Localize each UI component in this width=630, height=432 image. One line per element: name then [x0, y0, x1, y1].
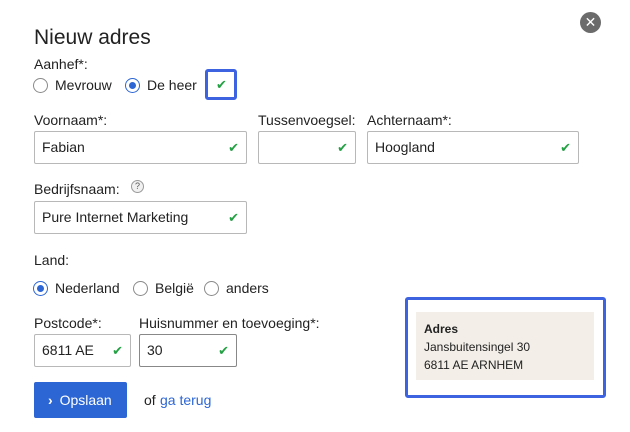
check-icon: ✔	[218, 343, 229, 358]
tussenvoegsel-label: Tussenvoegsel:	[258, 112, 356, 128]
postcode-value: 6811 AE	[42, 342, 94, 358]
postcode-input[interactable]: 6811 AE ✔	[34, 334, 131, 367]
dialog-title: Nieuw adres	[34, 26, 151, 49]
help-icon[interactable]: ?	[131, 180, 144, 193]
address-preview-card: Adres Jansbuitensingel 30 6811 AE ARNHEM	[416, 312, 594, 380]
save-button-label: Opslaan	[59, 392, 112, 408]
address-preview-frame: Adres Jansbuitensingel 30 6811 AE ARNHEM	[405, 297, 606, 398]
aanhef-label: Aanhef*:	[34, 56, 88, 72]
chevron-right-icon: ›	[48, 392, 53, 408]
radio-mevrouw-label[interactable]: Mevrouw	[55, 77, 112, 93]
huisnummer-value: 30	[147, 342, 163, 358]
voornaam-input[interactable]: Fabian ✔	[34, 131, 247, 164]
radio-de-heer-label[interactable]: De heer	[147, 77, 197, 93]
check-icon: ✔	[228, 210, 239, 225]
huisnummer-input[interactable]: 30 ✔	[139, 334, 237, 367]
land-label: Land:	[34, 252, 70, 268]
bedrijfsnaam-input[interactable]: Pure Internet Marketing ✔	[34, 201, 247, 234]
radio-belgie[interactable]	[133, 281, 148, 296]
save-button[interactable]: › Opslaan	[34, 382, 127, 418]
address-preview-heading: Adres	[424, 322, 459, 336]
address-preview-line1: Jansbuitensingel 30	[424, 340, 531, 354]
check-icon: ✔	[112, 343, 123, 358]
achternaam-label: Achternaam*:	[367, 112, 452, 128]
voornaam-label: Voornaam*:	[34, 112, 108, 128]
postcode-label: Postcode*:	[34, 315, 102, 331]
radio-de-heer[interactable]	[125, 78, 140, 93]
bedrijfsnaam-label: Bedrijfsnaam:	[34, 181, 120, 197]
back-link[interactable]: ga terug	[160, 392, 211, 408]
huisnummer-label: Huisnummer en toevoeging*:	[139, 315, 320, 331]
radio-anders-label[interactable]: anders	[226, 280, 269, 296]
aanhef-valid-indicator: ✔	[205, 69, 237, 100]
radio-mevrouw[interactable]	[33, 78, 48, 93]
check-icon: ✔	[337, 140, 348, 155]
address-preview-line2: 6811 AE ARNHEM	[424, 358, 524, 372]
achternaam-value: Hoogland	[375, 139, 435, 155]
radio-anders[interactable]	[204, 281, 219, 296]
check-icon: ✔	[560, 140, 571, 155]
tussenvoegsel-input[interactable]: ✔	[258, 131, 356, 164]
check-icon: ✔	[216, 77, 227, 92]
voornaam-value: Fabian	[42, 139, 85, 155]
radio-nederland[interactable]	[33, 281, 48, 296]
achternaam-input[interactable]: Hoogland ✔	[367, 131, 579, 164]
or-text: of	[144, 392, 156, 408]
radio-belgie-label[interactable]: België	[155, 280, 194, 296]
check-icon: ✔	[228, 140, 239, 155]
bedrijfsnaam-value: Pure Internet Marketing	[42, 209, 189, 225]
radio-nederland-label[interactable]: Nederland	[55, 280, 120, 296]
close-icon[interactable]: ✕	[580, 12, 601, 33]
